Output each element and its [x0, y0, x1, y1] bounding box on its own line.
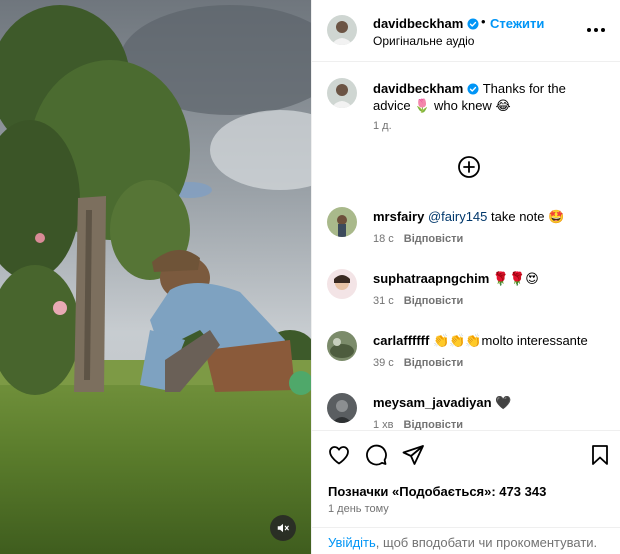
verified-badge-icon — [467, 18, 479, 30]
comment-meta: 18 с Відповісти — [373, 233, 463, 245]
post-panel: davidbeckham • Стежити Оригінальне аудіо… — [311, 0, 620, 554]
bookmark-icon — [592, 445, 608, 465]
comment-timestamp[interactable]: 39 с — [373, 357, 394, 369]
likes-count[interactable]: Позначки «Подобається»: 473 343 — [328, 484, 546, 499]
login-link[interactable]: Увійдіть — [328, 535, 376, 550]
comment-username[interactable]: mrsfairy — [373, 209, 424, 224]
profile-photo-icon — [327, 78, 357, 108]
reply-button[interactable]: Відповісти — [404, 233, 463, 245]
caption-text: davidbeckham Thanks for the advice 🌷 who… — [373, 80, 603, 114]
profile-photo-icon — [327, 15, 357, 45]
share-icon — [402, 445, 424, 465]
follow-button[interactable]: Стежити — [490, 16, 544, 31]
comment-item: suphatraapngchim 🌹🌹😍 31 с Відповісти — [312, 269, 620, 325]
separator-dot: • — [481, 14, 486, 29]
comment-body: take note 🤩 — [491, 209, 565, 224]
comment-button[interactable] — [364, 443, 388, 467]
video-frame — [0, 0, 311, 554]
sound-off-icon — [277, 523, 289, 533]
comment-timestamp[interactable]: 18 с — [373, 233, 394, 245]
comment-timestamp[interactable]: 31 с — [373, 295, 394, 307]
comment-mention[interactable]: @fairy145 — [428, 209, 487, 224]
profile-photo-icon — [327, 207, 357, 237]
author-username[interactable]: davidbeckham — [373, 16, 479, 31]
avatar[interactable] — [327, 78, 357, 108]
comment-username[interactable]: suphatraapngchim — [373, 271, 489, 286]
mute-toggle-button[interactable] — [270, 515, 296, 541]
caption-emoji-laugh: 😂 — [495, 98, 511, 113]
profile-photo-icon — [327, 393, 357, 423]
avatar[interactable] — [327, 15, 357, 45]
more-options-icon[interactable] — [587, 22, 607, 38]
comment-body: 🌹🌹😍 — [492, 271, 539, 286]
avatar[interactable] — [327, 269, 357, 299]
comment-username[interactable]: carlaffffff — [373, 333, 429, 348]
avatar[interactable] — [327, 331, 357, 361]
comment-text: carlaffffff 👏👏👏molto interessante — [373, 333, 588, 349]
comment-item: carlaffffff 👏👏👏molto interessante 39 с Ві… — [312, 331, 620, 387]
caption-timestamp[interactable]: 1 д. — [373, 120, 392, 132]
login-prompt-rest: , щоб вподобати чи прокоментувати. — [375, 535, 598, 550]
comment-item: mrsfairy @fairy145 take note 🤩 18 с Відпо… — [312, 207, 620, 263]
post-actions: Позначки «Подобається»: 473 343 1 день т… — [312, 430, 620, 554]
reply-button[interactable]: Відповісти — [404, 295, 463, 307]
avatar[interactable] — [327, 393, 357, 423]
comment-text: meysam_javadiyan 🖤 — [373, 395, 511, 411]
comment-text: mrsfairy @fairy145 take note 🤩 — [373, 209, 564, 225]
author-username-text[interactable]: davidbeckham — [373, 16, 463, 31]
comment-text: suphatraapngchim 🌹🌹😍 — [373, 271, 539, 287]
verified-badge-icon — [467, 83, 479, 95]
caption-username[interactable]: davidbeckham — [373, 81, 463, 96]
load-more-comments-button[interactable] — [457, 155, 481, 179]
comment-username[interactable]: meysam_javadiyan — [373, 395, 492, 410]
comment-meta: 31 с Відповісти — [373, 295, 463, 307]
audio-label[interactable]: Оригінальне аудіо — [373, 34, 474, 48]
caption-body-end: who knew — [434, 98, 492, 113]
save-button[interactable] — [588, 443, 612, 467]
heart-icon — [329, 446, 349, 465]
post-header: davidbeckham • Стежити Оригінальне аудіо — [312, 0, 620, 62]
share-button[interactable] — [401, 443, 425, 467]
profile-photo-icon — [327, 331, 357, 361]
comment-body: 🖤 — [495, 395, 512, 410]
load-more-comments-icon — [458, 156, 480, 178]
login-prompt-text: Увійдіть, щоб вподобати чи прокоментуват… — [328, 535, 597, 550]
avatar[interactable] — [327, 207, 357, 237]
profile-photo-icon — [327, 269, 357, 299]
post-timestamp[interactable]: 1 день тому — [328, 503, 389, 515]
reply-button[interactable]: Відповісти — [404, 357, 463, 369]
comment-icon — [366, 444, 387, 466]
comment-meta: 39 с Відповісти — [373, 357, 463, 369]
like-button[interactable] — [327, 443, 351, 467]
caption-emoji-tulip: 🌷 — [414, 98, 431, 113]
login-prompt: Увійдіть, щоб вподобати чи прокоментуват… — [312, 527, 620, 554]
comment-body: 👏👏👏molto interessante — [432, 333, 588, 348]
post-video[interactable] — [0, 0, 311, 554]
